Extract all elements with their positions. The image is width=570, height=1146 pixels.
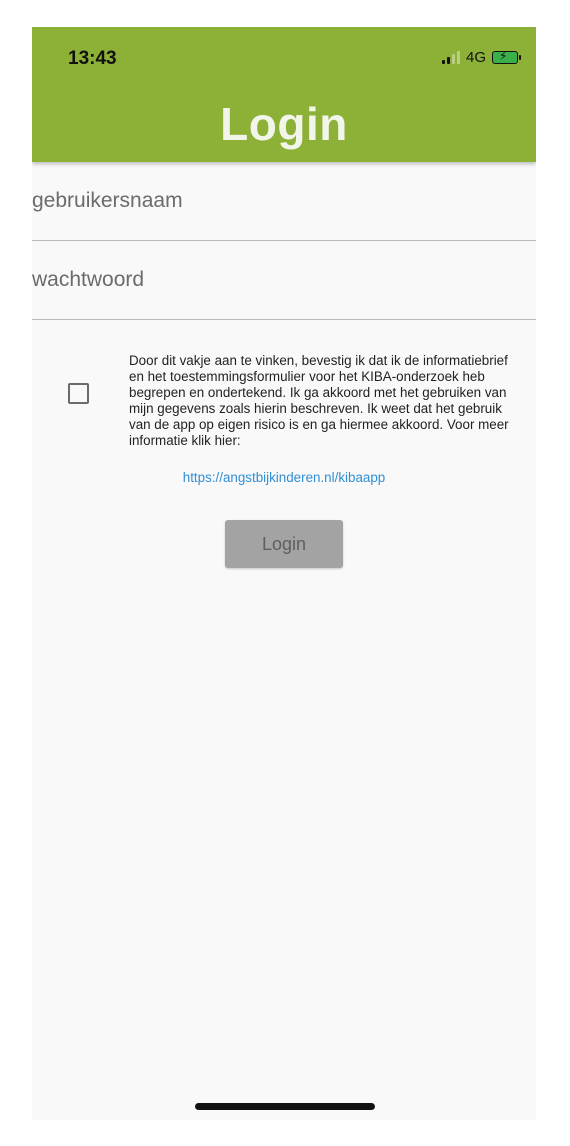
login-button[interactable]: Login xyxy=(225,520,343,568)
username-field xyxy=(32,162,536,248)
consent-checkbox[interactable] xyxy=(68,383,89,404)
page-title: Login xyxy=(220,98,348,150)
phone-screen: 13:43 4G ⚡ Login Door dit vakje aan te v… xyxy=(32,27,536,1120)
consent-text: Door dit vakje aan te vinken, bevestig i… xyxy=(129,353,509,448)
username-input[interactable] xyxy=(32,162,536,248)
network-type: 4G xyxy=(465,49,486,66)
status-icons: 4G ⚡ xyxy=(441,49,521,66)
password-field xyxy=(32,241,536,327)
home-indicator xyxy=(195,1103,375,1110)
battery-charging-icon: ⚡ xyxy=(492,49,521,64)
signal-icon xyxy=(441,51,460,64)
info-link[interactable]: https://angstbijkinderen.nl/kibaapp xyxy=(32,470,536,485)
app-bar: 13:43 4G ⚡ Login xyxy=(32,27,536,162)
status-time: 13:43 xyxy=(68,48,117,69)
password-input[interactable] xyxy=(32,241,536,327)
